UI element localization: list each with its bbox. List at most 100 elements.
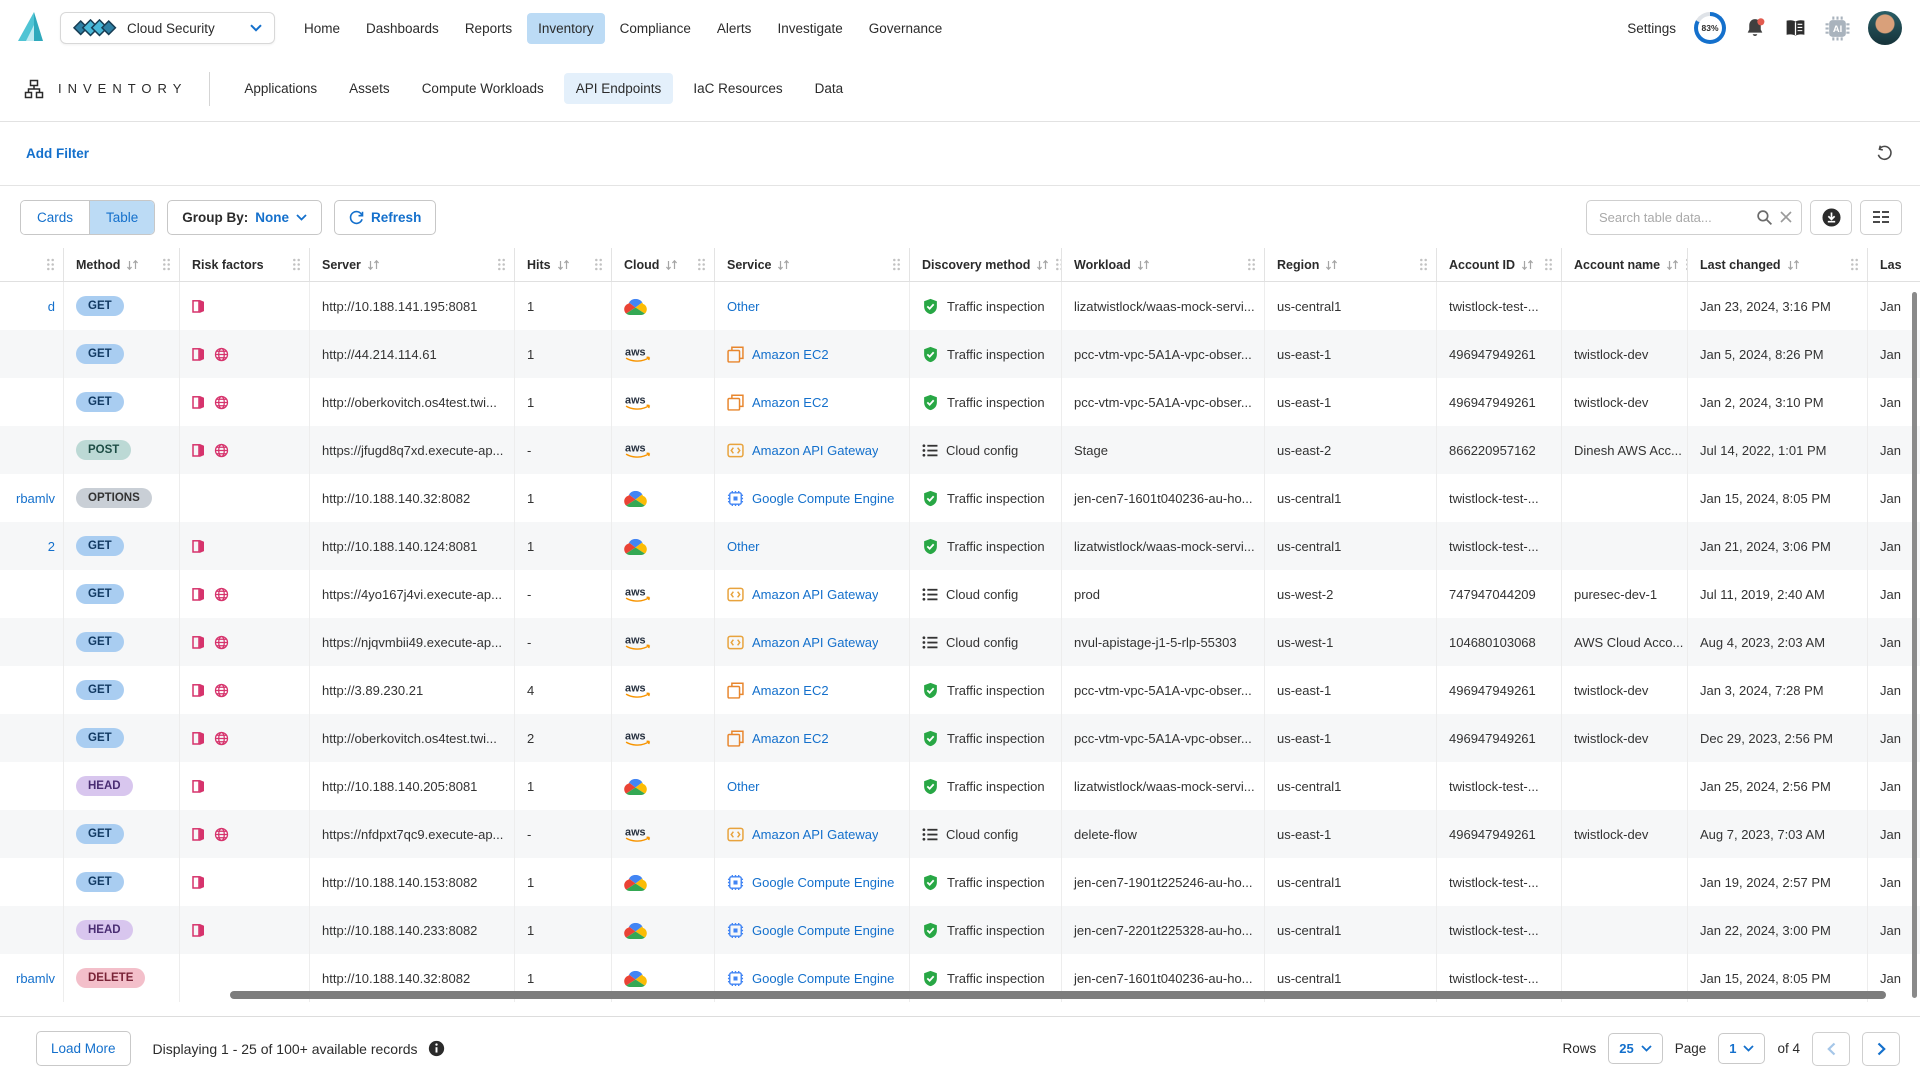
table-row[interactable]: GEThttp://oberkovitch.os4test.twi...1aws… <box>0 378 1920 426</box>
service-link[interactable]: Other <box>727 299 760 314</box>
add-filter-button[interactable]: Add Filter <box>26 146 89 161</box>
nav-item-governance[interactable]: Governance <box>858 13 954 44</box>
column-header-path[interactable] <box>0 248 64 281</box>
notifications-bell-icon[interactable] <box>1744 17 1766 40</box>
table-row[interactable]: GEThttps://4yo167j4vi.execute-ap...-awsA… <box>0 570 1920 618</box>
service-link[interactable]: Amazon EC2 <box>752 731 829 746</box>
nav-item-dashboards[interactable]: Dashboards <box>355 13 450 44</box>
drag-handle-icon[interactable] <box>697 258 706 271</box>
drag-handle-icon[interactable] <box>594 258 603 271</box>
table-row[interactable]: HEADhttp://10.188.140.233:80821Google Co… <box>0 906 1920 954</box>
table-row[interactable]: 2GEThttp://10.188.140.124:80811OtherTraf… <box>0 522 1920 570</box>
nav-item-alerts[interactable]: Alerts <box>706 13 763 44</box>
table-row[interactable]: GEThttp://44.214.114.611awsAmazon EC2Tra… <box>0 330 1920 378</box>
drag-handle-icon[interactable] <box>162 258 171 271</box>
service-link[interactable]: Other <box>727 779 760 794</box>
table-row[interactable]: GEThttp://oberkovitch.os4test.twi...2aws… <box>0 714 1920 762</box>
service-link[interactable]: Google Compute Engine <box>752 971 894 986</box>
reset-filters-icon[interactable] <box>1875 145 1894 162</box>
service-link[interactable]: Google Compute Engine <box>752 875 894 890</box>
drag-handle-icon[interactable] <box>1419 258 1428 271</box>
column-header-account_id[interactable]: Account ID <box>1437 248 1562 281</box>
docs-book-icon[interactable] <box>1784 19 1807 38</box>
ai-assistant-icon[interactable]: AI <box>1825 16 1850 41</box>
column-header-risk[interactable]: Risk factors <box>180 248 310 281</box>
tab-compute-workloads[interactable]: Compute Workloads <box>410 73 556 104</box>
refresh-button[interactable]: Refresh <box>334 200 436 235</box>
column-header-service[interactable]: Service <box>715 248 910 281</box>
table-row[interactable]: GEThttp://10.188.140.153:80821Google Com… <box>0 858 1920 906</box>
user-avatar[interactable] <box>1868 11 1902 45</box>
search-icon[interactable] <box>1756 209 1773 226</box>
download-csv-button[interactable] <box>1810 200 1852 235</box>
drag-handle-icon[interactable] <box>292 258 301 271</box>
nav-item-investigate[interactable]: Investigate <box>766 13 853 44</box>
service-link[interactable]: Amazon API Gateway <box>752 635 878 650</box>
column-header-discovery[interactable]: Discovery method <box>910 248 1062 281</box>
service-link[interactable]: Amazon EC2 <box>752 395 829 410</box>
nav-item-inventory[interactable]: Inventory <box>527 13 605 44</box>
nav-item-home[interactable]: Home <box>293 13 351 44</box>
group-by-dropdown[interactable]: Group By: None <box>167 200 322 235</box>
tab-applications[interactable]: Applications <box>232 73 329 104</box>
column-header-workload[interactable]: Workload <box>1062 248 1265 281</box>
settings-link[interactable]: Settings <box>1627 21 1676 36</box>
service-link[interactable]: Amazon API Gateway <box>752 587 878 602</box>
column-settings-button[interactable] <box>1860 200 1902 235</box>
app-switcher-dropdown[interactable]: Cloud Security <box>60 12 275 44</box>
clear-search-icon[interactable] <box>1779 210 1793 224</box>
page-select[interactable]: 1 <box>1718 1033 1765 1064</box>
table-row[interactable]: dGEThttp://10.188.141.195:80811OtherTraf… <box>0 282 1920 330</box>
column-header-last_changed[interactable]: Last changed <box>1688 248 1868 281</box>
drag-handle-icon[interactable] <box>1055 258 1062 271</box>
service-link[interactable]: Amazon API Gateway <box>752 827 878 842</box>
drag-handle-icon[interactable] <box>1850 258 1859 271</box>
table-row[interactable]: GEThttps://njqvmbii49.execute-ap...-awsA… <box>0 618 1920 666</box>
table-view-button[interactable]: Table <box>89 201 154 234</box>
rows-per-page-select[interactable]: 25 <box>1608 1033 1662 1064</box>
drag-handle-icon[interactable] <box>46 258 55 271</box>
google-compute-engine-icon <box>727 490 744 507</box>
path-link[interactable]: rbamlv <box>16 491 55 506</box>
service-link[interactable]: Amazon API Gateway <box>752 443 878 458</box>
table-row[interactable]: GEThttp://3.89.230.214awsAmazon EC2Traff… <box>0 666 1920 714</box>
next-page-button[interactable] <box>1862 1032 1900 1066</box>
previous-page-button[interactable] <box>1812 1032 1850 1066</box>
table-row[interactable]: POSThttps://jfugd8q7xd.execute-ap...-aws… <box>0 426 1920 474</box>
drag-handle-icon[interactable] <box>1247 258 1256 271</box>
service-link[interactable]: Google Compute Engine <box>752 491 894 506</box>
tab-iac-resources[interactable]: IaC Resources <box>681 73 794 104</box>
nav-item-compliance[interactable]: Compliance <box>609 13 702 44</box>
service-link[interactable]: Other <box>727 539 760 554</box>
column-header-cloud[interactable]: Cloud <box>612 248 715 281</box>
table-search-input[interactable] <box>1597 209 1750 226</box>
column-header-account_name[interactable]: Account name <box>1562 248 1688 281</box>
drag-handle-icon[interactable] <box>1544 258 1553 271</box>
table-row[interactable]: HEADhttp://10.188.140.205:80811OtherTraf… <box>0 762 1920 810</box>
column-header-region[interactable]: Region <box>1265 248 1437 281</box>
tab-api-endpoints[interactable]: API Endpoints <box>564 73 674 104</box>
path-link[interactable]: d <box>48 299 55 314</box>
nav-item-reports[interactable]: Reports <box>454 13 523 44</box>
drag-handle-icon[interactable] <box>892 258 901 271</box>
service-link[interactable]: Google Compute Engine <box>752 923 894 938</box>
tab-assets[interactable]: Assets <box>337 73 402 104</box>
horizontal-scrollbar[interactable] <box>230 991 1886 999</box>
vertical-scrollbar[interactable] <box>1912 292 1917 998</box>
column-header-method[interactable]: Method <box>64 248 180 281</box>
table-row[interactable]: rbamlvOPTIONShttp://10.188.140.32:80821G… <box>0 474 1920 522</box>
path-link[interactable]: 2 <box>48 539 55 554</box>
service-link[interactable]: Amazon EC2 <box>752 347 829 362</box>
tab-data[interactable]: Data <box>803 73 856 104</box>
drag-handle-icon[interactable] <box>497 258 506 271</box>
cards-view-button[interactable]: Cards <box>21 201 89 234</box>
path-link[interactable]: rbamlv <box>16 971 55 986</box>
info-icon[interactable] <box>428 1040 445 1057</box>
usage-progress-ring[interactable]: 83% <box>1694 12 1726 44</box>
column-header-last_observed[interactable]: Las <box>1868 248 1920 281</box>
service-link[interactable]: Amazon EC2 <box>752 683 829 698</box>
load-more-button[interactable]: Load More <box>36 1031 131 1066</box>
column-header-hits[interactable]: Hits <box>515 248 612 281</box>
column-header-server[interactable]: Server <box>310 248 515 281</box>
table-row[interactable]: GEThttps://nfdpxt7qc9.execute-ap...-awsA… <box>0 810 1920 858</box>
